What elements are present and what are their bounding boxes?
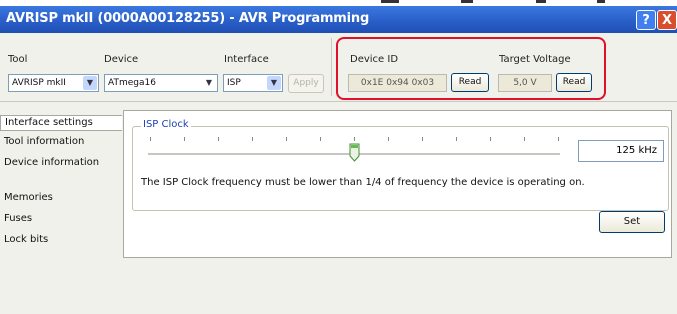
slider-tick bbox=[558, 137, 559, 141]
toolbar-separator bbox=[331, 38, 332, 96]
help-button[interactable]: ? bbox=[636, 10, 656, 30]
isp-clock-value-field[interactable]: 125 kHz bbox=[578, 140, 664, 162]
slider-tick bbox=[456, 137, 457, 141]
sidebar-item-tool-information[interactable]: Tool information bbox=[4, 136, 84, 147]
slider-tick bbox=[286, 137, 287, 141]
tool-label: Tool bbox=[8, 54, 28, 65]
set-button[interactable]: Set bbox=[599, 211, 665, 233]
avr-programming-window: AVRISP mkII (0000A00128255) - AVR Progra… bbox=[0, 0, 677, 314]
title-bar[interactable]: AVRISP mkII (0000A00128255) - AVR Progra… bbox=[0, 6, 677, 33]
interface-select[interactable]: ISP ▼ bbox=[223, 74, 283, 92]
slider-tick bbox=[524, 137, 525, 141]
slider-tick bbox=[252, 137, 253, 141]
slider-tick bbox=[150, 137, 151, 141]
window-title: AVRISP mkII (0000A00128255) - AVR Progra… bbox=[6, 11, 370, 26]
scan-artifact bbox=[597, 0, 605, 3]
slider-tick bbox=[490, 137, 491, 141]
scan-artifact bbox=[536, 0, 546, 3]
interface-select-value: ISP bbox=[227, 78, 241, 88]
device-id-label: Device ID bbox=[350, 54, 399, 65]
tool-select[interactable]: AVRISP mkII ▼ bbox=[8, 74, 99, 92]
slider-tick bbox=[320, 137, 321, 141]
chevron-down-icon[interactable]: ▼ bbox=[267, 76, 281, 90]
slider-tick bbox=[184, 137, 185, 141]
target-voltage-read-button[interactable]: Read bbox=[556, 73, 592, 92]
sidebar-item-lock-bits[interactable]: Lock bits bbox=[4, 234, 48, 245]
slider-tick bbox=[218, 137, 219, 141]
slider-tick bbox=[388, 137, 389, 141]
interface-label: Interface bbox=[224, 54, 269, 65]
device-select[interactable]: ATmega16 ▼ bbox=[104, 74, 218, 92]
device-id-field: 0x1E 0x94 0x03 bbox=[348, 74, 447, 92]
sidebar-item-fuses[interactable]: Fuses bbox=[4, 213, 32, 224]
scan-artifact bbox=[381, 0, 399, 3]
device-label: Device bbox=[104, 54, 139, 65]
close-button[interactable]: X bbox=[657, 10, 677, 30]
isp-clock-hint: The ISP Clock frequency must be lower th… bbox=[141, 177, 585, 188]
isp-clock-group bbox=[132, 126, 669, 211]
slider-tick bbox=[354, 137, 355, 141]
sidebar-item-memories[interactable]: Memories bbox=[4, 192, 53, 203]
tool-select-value: AVRISP mkII bbox=[12, 78, 66, 88]
device-id-read-button[interactable]: Read bbox=[451, 73, 489, 92]
isp-clock-legend: ISP Clock bbox=[141, 119, 191, 130]
slider-tick bbox=[422, 137, 423, 141]
target-voltage-label: Target Voltage bbox=[499, 54, 571, 65]
sidebar-item-interface-settings[interactable]: Interface settings bbox=[0, 115, 122, 131]
chevron-down-icon[interactable]: ▼ bbox=[83, 76, 97, 90]
chevron-down-icon[interactable]: ▼ bbox=[202, 76, 216, 90]
isp-clock-slider-thumb[interactable] bbox=[349, 143, 360, 162]
apply-button[interactable]: Apply bbox=[288, 74, 324, 93]
target-voltage-field: 5,0 V bbox=[498, 74, 552, 92]
scan-artifact bbox=[461, 0, 473, 3]
device-select-value: ATmega16 bbox=[108, 78, 156, 88]
sidebar-item-device-information[interactable]: Device information bbox=[4, 157, 99, 168]
